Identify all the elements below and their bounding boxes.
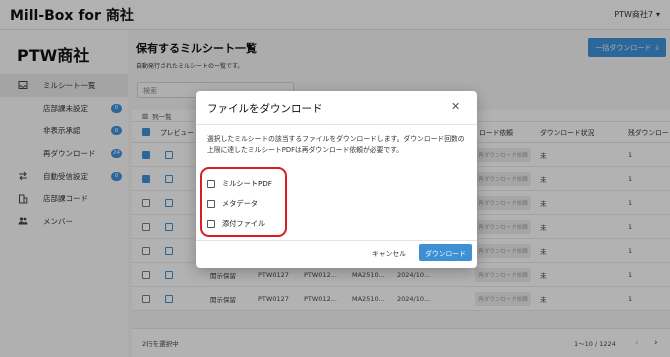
dialog-title: ファイルをダウンロード <box>207 103 323 115</box>
close-icon[interactable]: ✕ <box>451 100 460 113</box>
download-button[interactable]: ダウンロード <box>419 244 472 261</box>
cancel-button[interactable]: キャンセル <box>372 248 406 258</box>
divider <box>196 240 477 241</box>
divider <box>196 124 477 125</box>
highlight-annotation <box>200 167 287 237</box>
dialog-description: 選択したミルシートの該当するファイルをダウンロードします。ダウンロード回数の上限… <box>207 135 465 154</box>
